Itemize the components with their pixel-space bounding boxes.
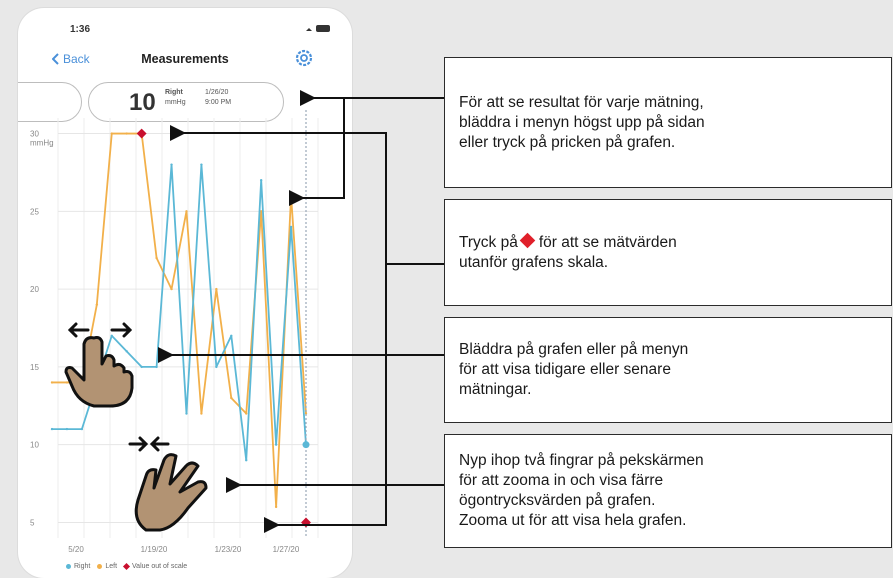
callout-line: Nyp ihop två fingrar på pekskärmen: [459, 452, 704, 469]
callout-out-of-scale: Tryck på för att se mätvärden utanför gra…: [444, 199, 892, 306]
callout-scroll-menu: För att se resultat för varje mätning, b…: [444, 57, 892, 188]
callout-pinch-zoom: Nyp ihop två fingrar på pekskärmen för a…: [444, 434, 892, 548]
callout-line: ögontrycksvärden på grafen.: [459, 492, 656, 509]
callout-line: Bläddra på grafen eller på menyn: [459, 341, 689, 358]
swipe-hand-icon: [64, 322, 134, 408]
callout-line: Tryck på för att se mätvärden: [459, 232, 883, 253]
callout-text: Tryck på: [459, 233, 518, 251]
callout-line: Zooma ut för att visa hela grafen.: [459, 512, 687, 529]
callout-line: utanför grafens skala.: [459, 253, 609, 271]
callout-line: för att visa tidigare eller senare: [459, 361, 671, 378]
callout-line: bläddra i menyn högst upp på sidan: [459, 113, 705, 131]
callout-scroll-graph: Bläddra på grafen eller på menyn för att…: [444, 317, 892, 423]
callout-line: eller tryck på pricken på grafen.: [459, 133, 676, 151]
red-diamond-icon: [519, 232, 536, 248]
callout-line: För att se resultat för varje mätning,: [459, 93, 704, 111]
pinch-hand-icon: [128, 436, 208, 532]
callout-line: för att zooma in och visa färre: [459, 472, 664, 489]
callout-line: mätningar.: [459, 381, 532, 398]
arrow-to-chart-line: [289, 98, 345, 206]
callout-text: för att se mätvärden: [538, 233, 677, 251]
